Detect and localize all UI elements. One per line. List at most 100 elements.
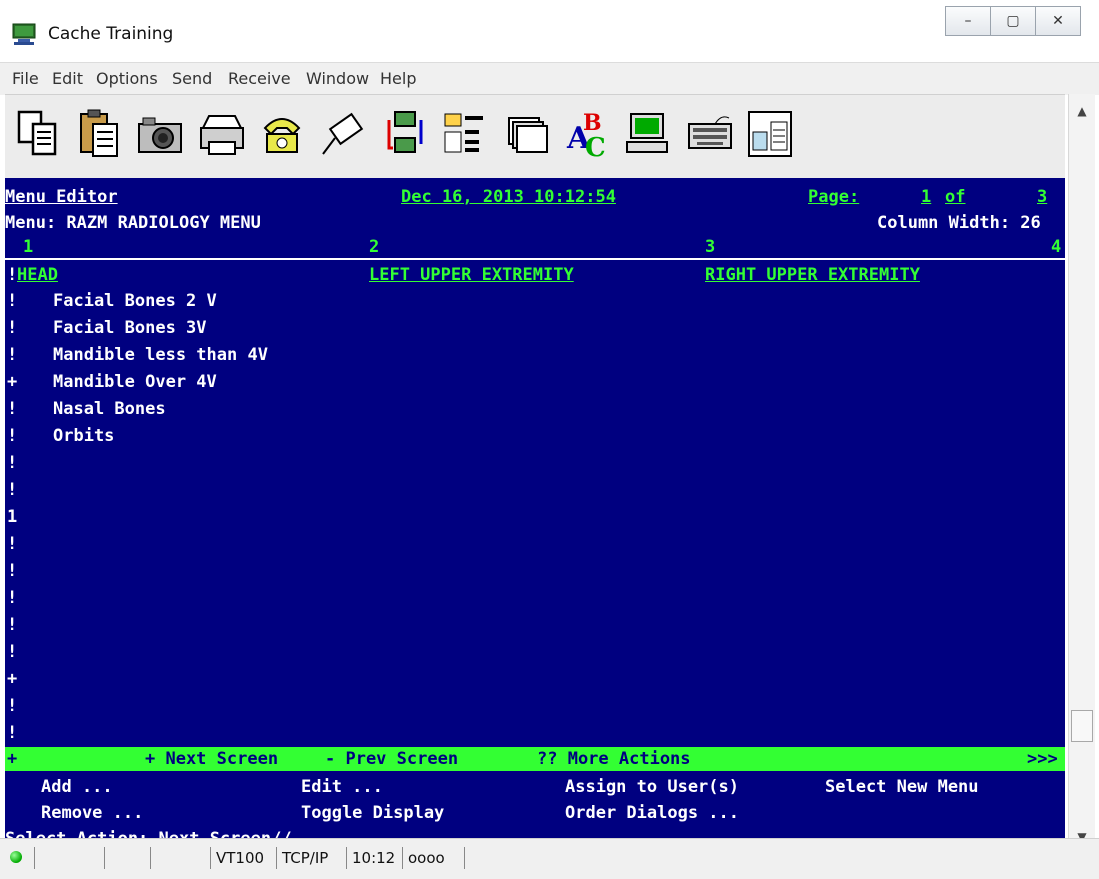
empty-row: 1 [5, 504, 1065, 530]
connect-button[interactable] [313, 103, 371, 165]
toolbar: ACB [5, 94, 1065, 179]
list-item[interactable]: ! Orbits [5, 423, 1065, 449]
menu-receive[interactable]: Receive [228, 69, 291, 88]
app-icon [12, 23, 36, 45]
column-number-1: 1 [23, 237, 34, 257]
column-header-head[interactable]: HEAD [17, 262, 58, 288]
column-width: Column Width: 26 [877, 213, 1041, 233]
menu-help[interactable]: Help [380, 69, 416, 88]
empty-row: ! [5, 558, 1065, 584]
maximize-button[interactable]: ▢ [991, 6, 1036, 36]
select-new-menu-action[interactable]: Select New Menu [825, 774, 979, 800]
empty-row: ! [5, 693, 1065, 719]
edit-action[interactable]: Edit ... [301, 774, 383, 800]
row-marker: ! [7, 534, 18, 554]
row-marker: ! [7, 318, 18, 338]
datetime: Dec 16, 2013 10:12:54 [401, 187, 616, 207]
toggle-display-action[interactable]: Toggle Display [301, 800, 444, 826]
copy-icon [17, 110, 57, 156]
status-separator [464, 847, 470, 869]
maximize-icon: ▢ [1006, 13, 1020, 29]
order-dialogs-action[interactable]: Order Dialogs ... [565, 800, 739, 826]
close-icon: ✕ [1052, 13, 1064, 29]
menu-info-row: Menu: RAZM RADIOLOGY MENU Column Width: … [5, 210, 1065, 236]
keyboard-button[interactable] [681, 103, 739, 165]
empty-row: + [5, 666, 1065, 692]
list-item[interactable]: ! Nasal Bones [5, 396, 1065, 422]
copy-button[interactable] [9, 103, 67, 165]
menu-item-label: Facial Bones 2 V [53, 291, 217, 311]
menu-item-label: Mandible less than 4V [53, 345, 268, 365]
computer-icon [626, 113, 668, 153]
column-number-row: 1 2 3 4 [5, 236, 1065, 260]
terminal-header-row: Menu Editor Dec 16, 2013 10:12:54 Page: … [5, 184, 1065, 210]
paste-button[interactable] [71, 103, 129, 165]
scroll-up-icon[interactable]: ▲ [1069, 104, 1095, 124]
row-marker: + [7, 372, 18, 392]
row-marker: ! [7, 453, 18, 473]
svg-text:C: C [585, 133, 606, 160]
window-icon [748, 111, 792, 157]
minimize-icon: – [964, 13, 972, 29]
scroll-right-arrows[interactable]: >>> [1027, 747, 1058, 771]
row-marker: ! [7, 561, 18, 581]
menu-window[interactable]: Window [306, 69, 369, 88]
network-button[interactable] [375, 103, 433, 165]
menu-edit[interactable]: Edit [52, 69, 83, 88]
list-item[interactable]: ! Mandible less than 4V [5, 342, 1065, 368]
dial-button[interactable] [253, 103, 311, 165]
terminal-screen[interactable]: Menu Editor Dec 16, 2013 10:12:54 Page: … [5, 178, 1065, 838]
prev-screen-action[interactable]: - Prev Screen [325, 747, 458, 771]
app-name: Menu Editor [5, 187, 118, 207]
column-header-right-upper[interactable]: RIGHT UPPER EXTREMITY [705, 262, 920, 288]
protocol: TCP/IP [276, 847, 328, 869]
prompt-row[interactable]: Select Action: Next Screen// [5, 826, 1065, 838]
print-button[interactable] [193, 103, 251, 165]
spellcheck-button[interactable]: ACB [559, 103, 617, 165]
status-field-empty [104, 847, 150, 869]
next-screen-action[interactable]: + Next Screen [145, 747, 278, 771]
column-header-left-upper[interactable]: LEFT UPPER EXTREMITY [369, 262, 574, 288]
phone-icon [263, 118, 301, 153]
add-action[interactable]: Add ... [41, 774, 113, 800]
svg-text:B: B [583, 110, 602, 136]
menu-send[interactable]: Send [172, 69, 212, 88]
command-prompt[interactable]: Select Action: Next Screen// [5, 826, 292, 838]
computer-button[interactable] [619, 103, 677, 165]
more-actions[interactable]: ?? More Actions [537, 747, 691, 771]
list-item[interactable]: + Mandible Over 4V [5, 369, 1065, 395]
menu-item-label: Nasal Bones [53, 399, 166, 419]
list-item[interactable]: ! Facial Bones 3V [5, 315, 1065, 341]
minimize-button[interactable]: – [945, 6, 991, 36]
file-manager-button[interactable] [435, 103, 493, 165]
menu-options[interactable]: Options [96, 69, 158, 88]
assign-action[interactable]: Assign to User(s) [565, 774, 739, 800]
close-button[interactable]: ✕ [1036, 6, 1081, 36]
window-button[interactable] [741, 103, 799, 165]
clock: 10:12 [346, 847, 395, 869]
empty-row: ! [5, 585, 1065, 611]
row-marker: ! [7, 642, 18, 662]
column-number-4: 4 [1051, 237, 1062, 257]
row-marker: ! [7, 615, 18, 635]
menu-item-label: Mandible Over 4V [53, 372, 217, 392]
print-icon [200, 115, 244, 155]
remove-action[interactable]: Remove ... [41, 800, 143, 826]
empty-row: ! [5, 450, 1065, 476]
row-marker: ! [7, 399, 18, 419]
activity-indicator: oooo [402, 847, 445, 869]
menu-file[interactable]: File [12, 69, 39, 88]
empty-row: ! [5, 612, 1065, 638]
menu-item-label: Facial Bones 3V [53, 318, 207, 338]
scroll-thumb[interactable] [1071, 710, 1093, 742]
connection-status-icon [10, 851, 22, 863]
column-number-3: 3 [705, 237, 716, 257]
terminal-type: VT100 [210, 847, 264, 869]
vertical-scrollbar[interactable]: ▲ ▼ [1068, 94, 1095, 854]
status-field-empty [150, 847, 206, 869]
paste-icon [80, 109, 118, 157]
list-item[interactable]: ! Facial Bones 2 V [5, 288, 1065, 314]
capture-button[interactable] [131, 103, 189, 165]
session-button[interactable] [497, 103, 555, 165]
row-marker: ! [7, 480, 18, 500]
